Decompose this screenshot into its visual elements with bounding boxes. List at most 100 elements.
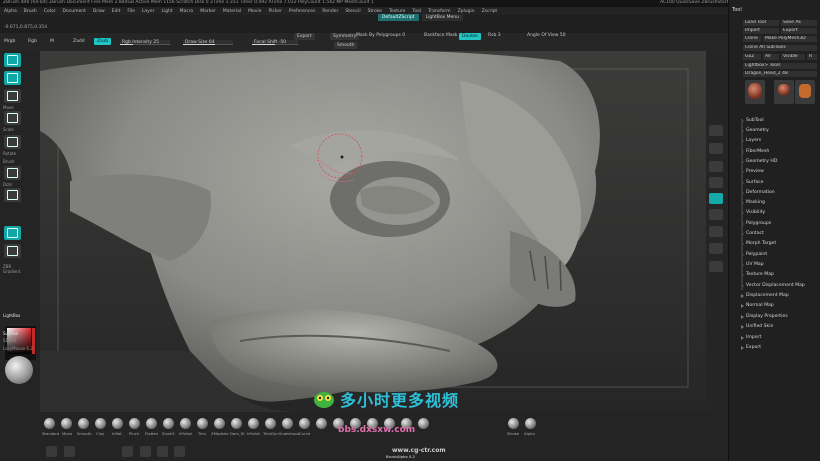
menu-item-file[interactable]: File (127, 9, 135, 14)
select-rect-icon[interactable] (140, 446, 151, 457)
menu-item-stroke[interactable]: Stroke (368, 9, 382, 14)
subpalette-displacement-map[interactable]: Displacement Map (732, 293, 816, 301)
menu-item-color[interactable]: Color (44, 9, 56, 14)
menu-item-marker[interactable]: Marker (200, 9, 216, 14)
brush-mask[interactable] (316, 418, 327, 429)
canvas-viewport[interactable] (40, 51, 706, 412)
angle-of-view-slider[interactable]: Angle Of View 50 (527, 33, 566, 38)
material-button[interactable] (4, 226, 21, 240)
menu-item-document[interactable]: Document (63, 9, 86, 14)
menu-item-transform[interactable]: Transform (428, 9, 450, 14)
subpalette-normal-map[interactable]: Normal Map (732, 303, 816, 311)
stroke-button[interactable] (4, 166, 21, 180)
brush-hpolish[interactable] (180, 418, 191, 429)
brush-clay[interactable] (95, 418, 106, 429)
symmetry-button[interactable]: Symmetry (330, 33, 360, 40)
backface-mask-button[interactable]: Backface Mask (424, 33, 458, 38)
lightbox-button[interactable]: LightBox (3, 313, 20, 318)
menu-item-material[interactable]: Material (223, 9, 241, 14)
make-polymesh-button[interactable]: Make PolyMesh3D (763, 36, 817, 42)
subpalette-geometry-hd[interactable]: Geometry HD (732, 159, 816, 167)
subpalette-uv-map[interactable]: UV Map (732, 262, 816, 270)
spix-button[interactable] (709, 143, 723, 154)
subpalette-layers[interactable]: Layers (732, 138, 816, 146)
zoom-button[interactable] (709, 177, 723, 188)
tab-default-zscript[interactable]: DefaultZScript (378, 14, 419, 21)
subpalette-contact[interactable]: Contact (732, 231, 816, 239)
rgb-intensity-slider[interactable]: Rgb Intensity 25 (120, 40, 170, 45)
brush-damstandard[interactable] (231, 418, 242, 429)
menu-item-brush[interactable]: Brush (24, 9, 37, 14)
actual-button[interactable] (709, 193, 723, 204)
rsb-slider[interactable]: Rsb 3 (488, 33, 501, 38)
menu-item-picker[interactable]: Picker (268, 9, 281, 14)
aahalf-button[interactable] (709, 209, 723, 220)
tool-thumb-simplebrush[interactable] (795, 80, 815, 104)
menu-item-texture[interactable]: Texture (389, 9, 405, 14)
subpalette-subtool[interactable]: SubTool (732, 118, 816, 126)
sculpt-canvas[interactable] (40, 51, 706, 412)
trim-icon[interactable] (174, 446, 185, 457)
subpalette-vector-displacement-map[interactable]: Vector Displacement Map (732, 283, 816, 291)
scale-mode-button[interactable] (4, 111, 21, 125)
tool-thumb-cylinder[interactable] (774, 80, 794, 104)
menu-item-movie[interactable]: Movie (248, 9, 261, 14)
menu-item-render[interactable]: Render (322, 9, 338, 14)
clip-icon[interactable] (157, 446, 168, 457)
import-button[interactable]: Import (743, 28, 779, 34)
subpalette-fibermesh[interactable]: FiberMesh (732, 149, 816, 157)
subpalette-export[interactable]: Export (732, 345, 816, 353)
brush-move[interactable] (61, 418, 72, 429)
focal-shift-slider[interactable]: Focal Shift -50 (252, 40, 298, 45)
export-button[interactable]: Export (294, 33, 315, 40)
brush-snakehook[interactable] (282, 418, 293, 429)
mask-polygroups-slider[interactable]: Mask By Polygroups 0 (356, 33, 405, 38)
brush-smooth[interactable] (78, 418, 89, 429)
current-tool-slider[interactable]: Dragon_Head_2 48 (743, 71, 817, 77)
subpalette-geometry[interactable]: Geometry (732, 128, 816, 136)
subpalette-morph-target[interactable]: Morph Target (732, 241, 816, 249)
lazymouse-slider[interactable]: LazyMouse 6.2 (3, 346, 33, 351)
texture-button[interactable] (4, 244, 21, 258)
visible-button[interactable]: Visible (781, 54, 805, 60)
brush-pinch[interactable] (129, 418, 140, 429)
matcap-sphere-icon[interactable] (5, 356, 33, 384)
mrgb-button[interactable]: Mrgb (4, 39, 15, 44)
subpalette-unified-skin[interactable]: Unified Skin (732, 324, 816, 332)
subpalette-surface[interactable]: Surface (732, 180, 816, 188)
subpalette-polygroups[interactable]: Polygroups (732, 221, 816, 229)
brush-blob[interactable] (418, 418, 429, 429)
double-button[interactable]: Double (459, 33, 481, 40)
menu-item-alpha[interactable]: Alpha (4, 9, 17, 14)
brush-trimdynamic[interactable] (265, 418, 276, 429)
tab-lightbox-menu[interactable]: LightBox Menu (421, 14, 463, 21)
smooth-button[interactable]: Smooth (334, 42, 358, 49)
brush-stroke[interactable] (508, 418, 519, 429)
edit-mode-button[interactable] (4, 53, 21, 67)
menu-item-edit[interactable]: Edit (112, 9, 121, 14)
menu-item-stencil[interactable]: Stencil (345, 9, 360, 14)
subpalette-display-properties[interactable]: Display Properties (732, 314, 816, 322)
brush-curve[interactable] (299, 418, 310, 429)
rotate-mode-button[interactable] (4, 135, 21, 149)
zadd-button[interactable]: Zadd (73, 39, 85, 44)
brush-flatten[interactable] (146, 418, 157, 429)
subpalette-preview[interactable]: Preview (732, 169, 816, 177)
brush-inflat[interactable] (112, 418, 123, 429)
goz-button[interactable]: GoZ (743, 54, 761, 60)
sdiv-slider[interactable]: SDiv 6 (3, 338, 16, 343)
r-button[interactable]: R (807, 54, 817, 60)
menu-item-draw[interactable]: Draw (93, 9, 105, 14)
scroll-button[interactable] (709, 161, 723, 172)
mask-pen-icon[interactable] (122, 446, 133, 457)
brush-alpha[interactable] (525, 418, 536, 429)
local-button[interactable] (709, 261, 723, 272)
tool-palette-scrollbar[interactable] (741, 120, 743, 290)
menu-item-preferences[interactable]: Preferences (289, 9, 315, 14)
move-mode-button[interactable] (4, 89, 21, 103)
all-button[interactable]: All (763, 54, 779, 60)
zsub-button[interactable]: Zsub (94, 38, 112, 45)
subpalette-polypaint[interactable]: Polypaint (732, 252, 816, 260)
rgb-button[interactable]: Rgb (28, 39, 37, 44)
persp-button[interactable] (709, 226, 723, 237)
